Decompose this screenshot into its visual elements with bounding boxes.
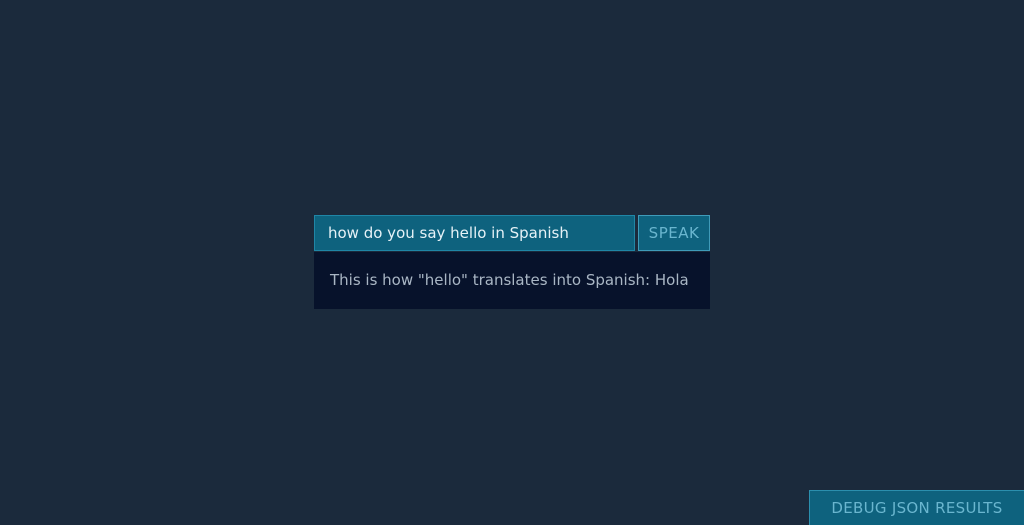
speak-button[interactable]: SPEAK <box>638 215 710 251</box>
query-input[interactable] <box>314 215 635 251</box>
app-background: { "query": { "value": "how do you say he… <box>0 0 1024 525</box>
query-row: SPEAK <box>314 215 710 251</box>
debug-json-results-button[interactable]: DEBUG JSON RESULTS <box>809 490 1024 525</box>
query-panel: SPEAK This is how "hello" translates int… <box>314 215 710 309</box>
response-text: This is how "hello" translates into Span… <box>314 252 710 309</box>
